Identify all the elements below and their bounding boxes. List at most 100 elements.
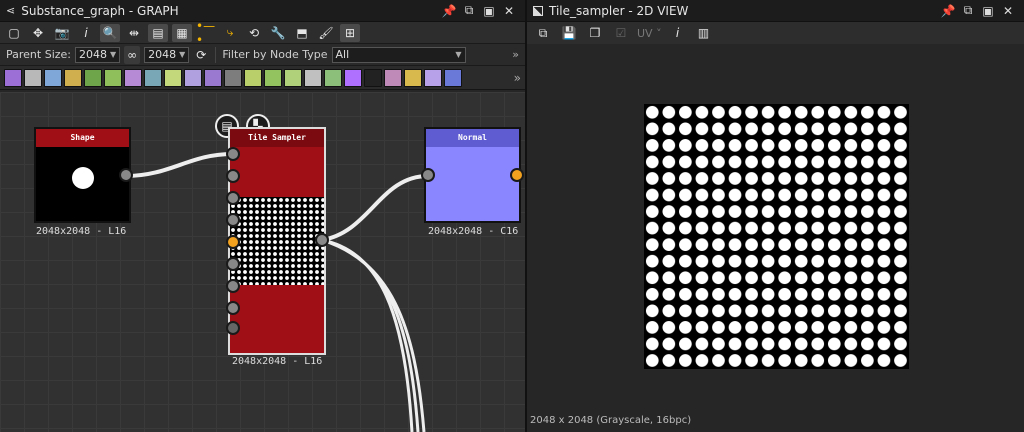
- frame-icon[interactable]: ▢: [4, 24, 24, 42]
- palette-node-icon[interactable]: [364, 68, 382, 87]
- palette-node-icon[interactable]: [224, 68, 242, 87]
- more-icon[interactable]: »: [514, 71, 521, 85]
- input-port[interactable]: [226, 321, 240, 335]
- filter-select[interactable]: All ▼: [331, 46, 466, 63]
- grid-icon[interactable]: ⊞: [340, 23, 360, 42]
- view-panel: Tile_sampler - 2D VIEW 📌 ⧉ ▣ ✕ ⧉ 💾 ❐ ☑ U…: [527, 0, 1024, 432]
- maximize-icon[interactable]: ▣: [978, 2, 998, 20]
- chevron-down-icon: ▼: [179, 50, 186, 59]
- close-icon[interactable]: ✕: [998, 2, 1018, 20]
- palette-node-icon[interactable]: [84, 68, 102, 87]
- save-icon[interactable]: 💾: [559, 24, 579, 42]
- uv-select[interactable]: UV ˅: [637, 27, 662, 40]
- tile-sampler-output-port[interactable]: [315, 233, 329, 247]
- input-port[interactable]: [226, 257, 240, 271]
- tile-sampler-node[interactable]: Tile Sampler: [228, 127, 326, 355]
- palette-node-icon[interactable]: [204, 68, 222, 87]
- palette-node-icon[interactable]: [64, 68, 82, 87]
- parent-size-label: Parent Size:: [6, 48, 71, 61]
- palette-node-icon[interactable]: [444, 68, 462, 87]
- palette-node-icon[interactable]: [384, 68, 402, 87]
- shape-output-port[interactable]: [119, 168, 133, 182]
- node-size-label: 2048x2048 - L16: [36, 226, 127, 237]
- frame-nodes-icon[interactable]: ▦: [172, 23, 192, 42]
- dot-icon[interactable]: •—•: [196, 19, 216, 47]
- palette-node-icon[interactable]: [44, 68, 62, 87]
- search-icon[interactable]: 🔍: [100, 23, 120, 42]
- maximize-icon[interactable]: ▣: [479, 2, 499, 20]
- histogram-icon[interactable]: ▥: [694, 24, 714, 42]
- node-title: Shape: [36, 129, 129, 147]
- separator: [215, 46, 217, 63]
- graph-toolbar: ▢ ✥ 📷 i 🔍 ⇹ ▤ ▦ •—• ⤷ ⟲ 🔧 ⬒ 🖌 ⊞: [0, 19, 525, 47]
- palette-node-icon[interactable]: [24, 68, 42, 87]
- align-icon[interactable]: ⇹: [124, 24, 144, 42]
- input-port[interactable]: [226, 301, 240, 315]
- link-icon[interactable]: ⤷: [220, 24, 240, 42]
- parent-size-select[interactable]: 2048 ▼: [75, 46, 121, 63]
- pin-icon[interactable]: 📌: [938, 2, 958, 20]
- palette-node-icon[interactable]: [264, 68, 282, 87]
- input-port[interactable]: [226, 147, 240, 161]
- info-icon[interactable]: i: [668, 24, 688, 42]
- palette-node-icon[interactable]: [324, 68, 342, 87]
- input-port[interactable]: [226, 191, 240, 205]
- brush-icon[interactable]: 🖌: [316, 24, 336, 42]
- shape-node[interactable]: Shape: [34, 127, 131, 223]
- float-icon[interactable]: ⧉: [958, 2, 978, 20]
- node-title: Normal: [426, 129, 519, 147]
- chevron-down-icon: ▼: [455, 50, 462, 59]
- graph-titlebar: ⋖ Substance_graph - GRAPH 📌 ⧉ ▣ ✕: [0, 0, 525, 22]
- graph-panel-icon: ⋖: [6, 4, 16, 17]
- info-icon[interactable]: i: [76, 24, 96, 42]
- parent-size-select-2[interactable]: 2048 ▼: [144, 46, 190, 63]
- camera-icon[interactable]: 📷: [52, 24, 72, 42]
- view-titlebar: Tile_sampler - 2D VIEW 📌 ⧉ ▣ ✕: [527, 0, 1024, 22]
- palette-node-icon[interactable]: [144, 68, 162, 87]
- view-panel-icon: [533, 5, 543, 16]
- chevron-down-icon: ▼: [110, 50, 117, 59]
- pin-icon[interactable]: 📌: [439, 2, 459, 20]
- node-size-label: 2048x2048 - C16: [428, 226, 519, 237]
- checkbox-icon[interactable]: ☑: [611, 24, 631, 42]
- input-port[interactable]: [226, 213, 240, 227]
- link-size-icon[interactable]: ∞: [124, 45, 141, 64]
- palette-node-icon[interactable]: [124, 68, 142, 87]
- graph-options-bar: Parent Size: 2048 ▼ ∞ 2048 ▼ ⟳ Filter by N…: [0, 44, 525, 66]
- input-port-active[interactable]: [226, 235, 240, 249]
- input-port[interactable]: [226, 279, 240, 293]
- palette-node-icon[interactable]: [404, 68, 422, 87]
- view-panel-title: Tile_sampler - 2D VIEW: [549, 3, 689, 18]
- normal-input-port[interactable]: [421, 168, 435, 182]
- palette-node-icon[interactable]: [284, 68, 302, 87]
- move-icon[interactable]: ✥: [28, 24, 48, 42]
- more-icon[interactable]: »: [512, 48, 519, 61]
- wrench-icon[interactable]: 🔧: [268, 24, 288, 42]
- image-status: 2048 x 2048 (Grayscale, 16bpc): [530, 415, 692, 426]
- palette-node-icon[interactable]: [4, 68, 22, 87]
- reset-size-icon[interactable]: ⟳: [193, 46, 209, 64]
- normal-node[interactable]: Normal: [424, 127, 521, 223]
- copy-icon[interactable]: ⧉: [533, 24, 553, 42]
- graph-canvas[interactable]: Shape 2048x2048 - L16 ▤ ▚ Tile Sampler 2…: [0, 92, 525, 432]
- layout-icon[interactable]: ▤: [148, 23, 168, 42]
- view-canvas[interactable]: 2048 x 2048 (Grayscale, 16bpc): [527, 44, 1024, 432]
- normal-output-port[interactable]: [510, 168, 524, 182]
- close-icon[interactable]: ✕: [499, 2, 519, 20]
- palette-node-icon[interactable]: [304, 68, 322, 87]
- node-palette: »: [0, 66, 525, 90]
- palette-node-icon[interactable]: [104, 68, 122, 87]
- duplicate-icon[interactable]: ❐: [585, 24, 605, 42]
- palette-node-icon[interactable]: [164, 68, 182, 87]
- palette-node-icon[interactable]: [184, 68, 202, 87]
- refresh-icon[interactable]: ⟲: [244, 24, 264, 42]
- palette-node-icon[interactable]: [344, 68, 362, 87]
- float-icon[interactable]: ⧉: [459, 2, 479, 20]
- view-toolbar: ⧉ 💾 ❐ ☑ UV ˅ i ▥: [527, 22, 1024, 44]
- palette-node-icon[interactable]: [244, 68, 262, 87]
- shape-preview: [72, 167, 94, 189]
- filter-label: Filter by Node Type: [222, 48, 328, 61]
- input-port[interactable]: [226, 169, 240, 183]
- export-icon[interactable]: ⬒: [292, 24, 312, 42]
- palette-node-icon[interactable]: [424, 68, 442, 87]
